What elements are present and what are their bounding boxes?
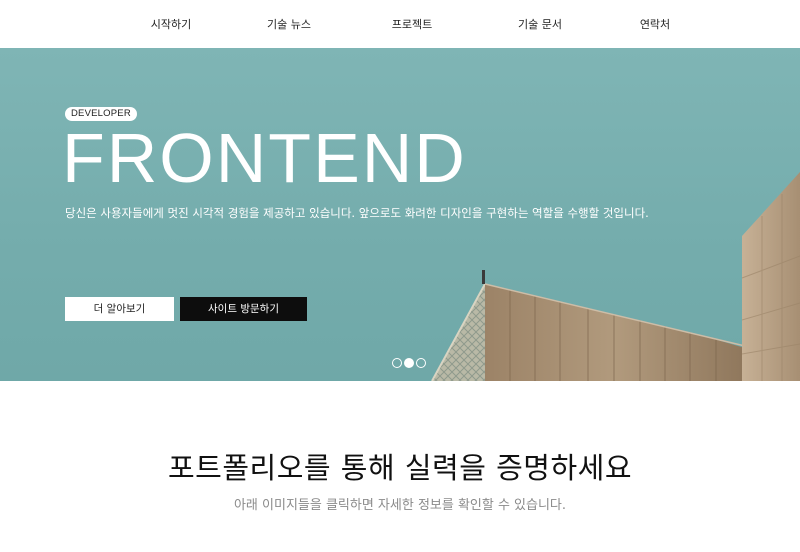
- hero-description: 당신은 사용자들에게 멋진 시각적 경험을 제공하고 있습니다. 앞으로도 화려…: [65, 206, 649, 220]
- slider-dot-3[interactable]: [416, 358, 426, 368]
- portfolio-subtitle: 아래 이미지들을 클릭하면 자세한 정보를 확인할 수 있습니다.: [233, 498, 567, 513]
- nav-item-tech-news[interactable]: 기술 뉴스: [267, 16, 311, 32]
- portfolio-title: 포트폴리오를 통해 실력을 증명하세요: [167, 451, 633, 485]
- slider-dot-2[interactable]: [404, 358, 414, 368]
- learn-more-button[interactable]: 더 알아보기: [65, 297, 174, 321]
- hero-title: FRONTEND: [62, 119, 467, 197]
- nav-item-tech-docs[interactable]: 기술 문서: [518, 16, 562, 32]
- slider-dot-1[interactable]: [392, 358, 402, 368]
- nav-item-contact[interactable]: 연락처: [640, 16, 670, 32]
- nav-item-getting-started[interactable]: 시작하기: [151, 16, 191, 32]
- hero-banner: DEVELOPER FRONTEND 당신은 사용자들에게 멋진 시각적 경험을…: [0, 48, 800, 381]
- visit-site-button[interactable]: 사이트 방문하기: [180, 297, 307, 321]
- top-navigation: 시작하기 기술 뉴스 프로젝트 기술 문서 연락처: [0, 0, 800, 48]
- nav-item-projects[interactable]: 프로젝트: [392, 16, 432, 32]
